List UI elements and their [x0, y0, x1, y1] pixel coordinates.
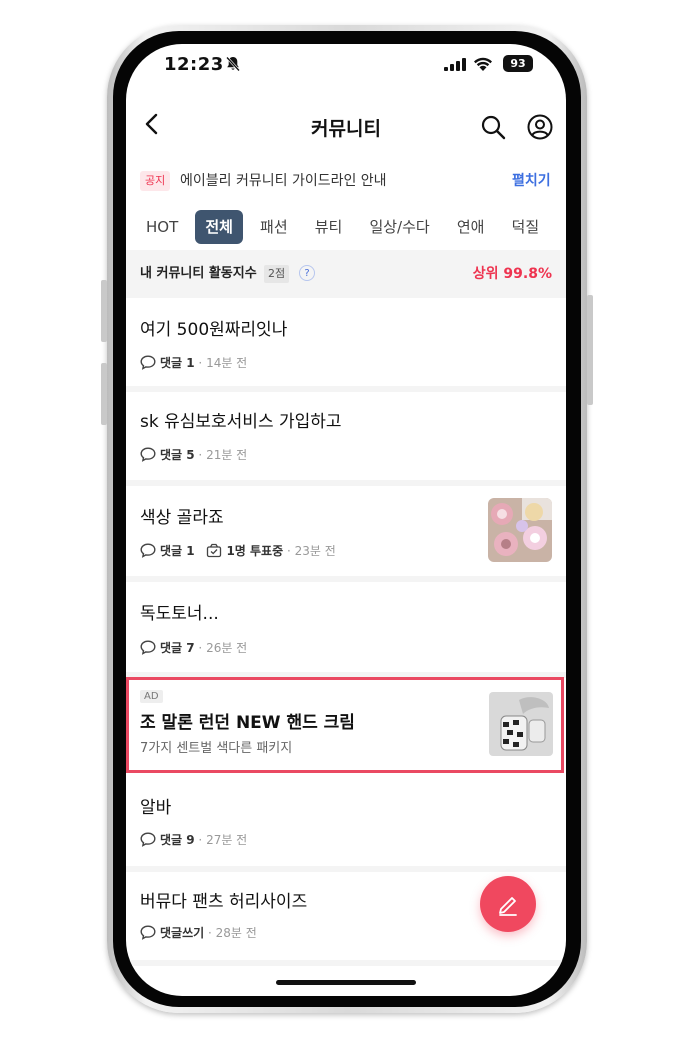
activity-score-badge: 2점 — [264, 265, 290, 283]
tab-webtoon[interactable]: 웹툰 — [556, 210, 566, 244]
list-item[interactable]: 여기 500원짜리잇나 댓글 1 · 14분 전 — [126, 298, 566, 392]
comment-icon — [140, 640, 156, 655]
post-title: 색상 골라죠 — [140, 508, 224, 528]
wifi-icon — [474, 57, 492, 71]
comment-icon — [140, 832, 156, 847]
comment-count: 댓글 7 — [160, 641, 195, 655]
bell-mute-icon — [226, 56, 240, 72]
post-title: 알바 — [140, 798, 172, 818]
user-icon[interactable] — [527, 114, 553, 140]
expand-notice-button[interactable]: 펼치기 — [512, 170, 551, 192]
notice-link[interactable]: 에이블리 커뮤니티 가이드라인 안내 — [180, 170, 387, 192]
comment-count: 댓글 1 — [160, 544, 195, 558]
search-icon[interactable] — [480, 114, 506, 140]
list-item[interactable]: 색상 골라죠 댓글 1 1명 투표중 · 23분 전 — [126, 486, 566, 582]
tab-dating[interactable]: 연애 — [447, 210, 495, 244]
home-indicator — [276, 980, 416, 985]
post-time: 27분 전 — [206, 833, 248, 847]
list-item[interactable]: 독도토너... 댓글 7 · 26분 전 — [126, 582, 566, 678]
write-post-button[interactable] — [480, 876, 536, 932]
notice-badge: 공지 — [140, 171, 171, 191]
post-meta: 댓글 7 · 26분 전 — [140, 639, 247, 657]
power-button — [587, 295, 593, 405]
post-time: 26분 전 — [206, 641, 248, 655]
tab-hot[interactable]: HOT — [136, 210, 188, 244]
status-time: 12:23 — [164, 54, 224, 75]
ad-subtitle: 7가지 센트벌 색다른 패키지 — [140, 741, 293, 756]
battery-indicator: 93 — [503, 55, 533, 72]
volume-up-button — [101, 280, 107, 342]
volume-down-button — [101, 363, 107, 425]
comment-icon — [140, 925, 156, 940]
post-meta: 댓글 9 · 27분 전 — [140, 831, 247, 849]
ad-title: 조 말론 런던 NEW 핸드 크림 — [140, 713, 355, 733]
post-time: 14분 전 — [206, 356, 248, 370]
comment-count: 댓글 5 — [160, 448, 195, 462]
comment-count: 댓글 1 — [160, 356, 195, 370]
vote-count: 1명 투표중 — [226, 544, 284, 558]
post-title: 여기 500원짜리잇나 — [140, 320, 288, 340]
list-item[interactable]: sk 유심보호서비스 가입하고 댓글 5 · 21분 전 — [126, 392, 566, 486]
signal-icon — [444, 58, 466, 71]
tab-all[interactable]: 전체 — [195, 210, 243, 244]
activity-label: 내 커뮤니티 활동지수 — [140, 266, 257, 281]
post-title: 독도토너... — [140, 604, 219, 624]
tab-fandom[interactable]: 덕질 — [502, 210, 550, 244]
post-time: 23분 전 — [294, 544, 336, 558]
post-thumbnail — [488, 498, 552, 562]
category-tabs: HOT 전체 패션 뷰티 일상/수다 연애 덕질 웹툰 — [136, 210, 566, 244]
comment-count: 댓글 9 — [160, 833, 195, 847]
app-screen: 12:23 93 커뮤니티 공지 에이블리 커뮤니티 가이드라인 안내 펼치기 … — [126, 44, 566, 996]
tab-daily[interactable]: 일상/수다 — [359, 210, 439, 244]
vote-icon — [207, 543, 222, 558]
comment-icon — [140, 543, 156, 558]
activity-rank: 상위 99.8% — [472, 266, 552, 282]
post-meta: 댓글 5 · 21분 전 — [140, 446, 247, 464]
list-item[interactable]: 알바 댓글 9 · 27분 전 — [126, 776, 566, 872]
tab-fashion[interactable]: 패션 — [250, 210, 298, 244]
post-time: 21분 전 — [206, 448, 248, 462]
ad-label: AD — [140, 690, 163, 703]
post-meta: 댓글쓰기 · 28분 전 — [140, 924, 257, 942]
help-icon[interactable]: ? — [299, 265, 315, 281]
comment-icon — [140, 447, 156, 462]
pencil-icon — [499, 897, 517, 916]
activity-index-bar[interactable]: 내 커뮤니티 활동지수 2점 ? 상위 99.8% — [126, 250, 566, 298]
ad-thumbnail — [489, 692, 553, 756]
post-meta: 댓글 1 · 14분 전 — [140, 354, 247, 372]
post-title: sk 유심보호서비스 가입하고 — [140, 412, 342, 432]
post-meta: 댓글 1 1명 투표중 · 23분 전 — [140, 542, 336, 560]
post-title: 버뮤다 팬츠 허리사이즈 — [140, 892, 308, 912]
comment-icon — [140, 355, 156, 370]
tab-beauty[interactable]: 뷰티 — [305, 210, 353, 244]
comment-count: 댓글쓰기 — [160, 926, 205, 940]
post-time: 28분 전 — [215, 926, 257, 940]
